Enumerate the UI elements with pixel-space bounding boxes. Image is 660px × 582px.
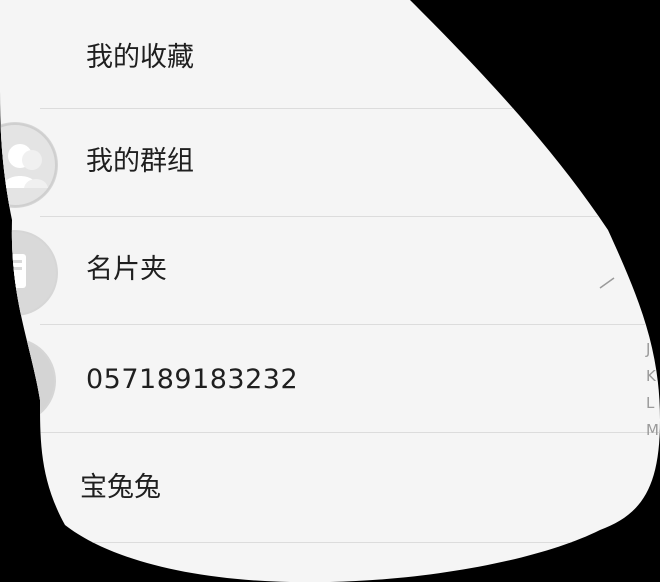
my-groups-label: 我的群组 xyxy=(86,146,194,177)
index-letter-k[interactable]: K xyxy=(646,363,660,390)
row-divider xyxy=(40,108,660,109)
group-icon xyxy=(0,122,58,208)
contact-avatar-icon xyxy=(0,338,56,424)
row-divider xyxy=(40,542,660,543)
list-item-card-holder[interactable]: 名片夹 xyxy=(0,218,660,325)
row-divider xyxy=(40,216,660,217)
index-letter-l[interactable]: L xyxy=(646,390,660,417)
contacts-list-panel: 我的收藏 我的群组 名片夹 057189183232 宝兔兔 J K L M xyxy=(0,0,660,582)
contact-phone-label: 057189183232 xyxy=(86,364,299,395)
row-divider xyxy=(40,324,660,325)
index-letter-j[interactable]: J xyxy=(646,336,660,363)
card-holder-label: 名片夹 xyxy=(86,254,167,285)
chevron-right-icon xyxy=(598,270,620,292)
card-holder-icon xyxy=(0,230,58,316)
favorites-label: 我的收藏 xyxy=(86,42,194,73)
list-item-my-groups[interactable]: 我的群组 xyxy=(0,110,660,217)
contact-baotutu-label: 宝兔兔 xyxy=(80,472,161,503)
index-letter-m[interactable]: M xyxy=(646,417,660,444)
list-item-contact-baotutu[interactable]: 宝兔兔 xyxy=(0,434,660,541)
alphabet-index-bar[interactable]: J K L M xyxy=(646,336,660,444)
list-item-favorites[interactable]: 我的收藏 xyxy=(0,2,660,109)
list-item-contact-phone[interactable]: 057189183232 xyxy=(0,326,660,433)
row-divider xyxy=(40,432,660,433)
